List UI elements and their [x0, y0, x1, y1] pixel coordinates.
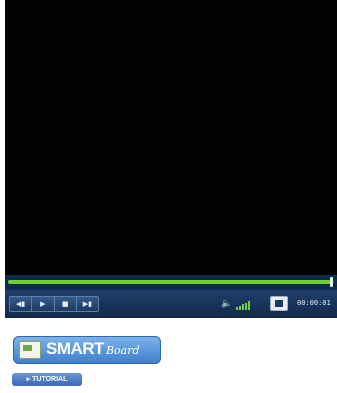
forward-button[interactable]: ▶▮ — [77, 297, 98, 311]
volume-bar — [242, 304, 245, 310]
control-bar: ◀▮ ▶ ■ ▶▮ 🔈 00:00:01 — [5, 290, 337, 318]
smart-word: SMART — [46, 339, 104, 358]
board-word: Board — [105, 344, 140, 357]
tutorial-button[interactable]: ▸ TUTORIAL — [12, 373, 82, 386]
play-button[interactable]: ▶ — [32, 297, 55, 311]
progress-fill — [8, 280, 332, 284]
video-player: ◀▮ ▶ ■ ▶▮ 🔈 00:00:01 — [5, 0, 337, 318]
volume-bar — [236, 307, 239, 310]
stop-button[interactable]: ■ — [55, 297, 77, 311]
volume-bar — [245, 302, 248, 310]
rewind-button[interactable]: ◀▮ — [10, 297, 33, 311]
forward-icon: ▶▮ — [82, 299, 92, 308]
volume-control[interactable]: 🔈 — [221, 298, 251, 310]
volume-level[interactable] — [236, 300, 251, 310]
rewind-icon: ◀▮ — [16, 299, 26, 308]
play-icon: ▶ — [40, 299, 46, 308]
smart-board-icon — [19, 341, 41, 359]
progress-track — [5, 275, 337, 290]
speaker-icon[interactable]: 🔈 — [221, 298, 232, 310]
fullscreen-button[interactable] — [270, 296, 288, 311]
stop-icon: ■ — [61, 299, 69, 308]
seek-handle[interactable] — [329, 277, 333, 287]
volume-bar — [248, 301, 251, 310]
volume-bar — [239, 305, 242, 310]
smart-board-logo[interactable]: SMART Board — [13, 336, 161, 364]
video-screen[interactable] — [5, 0, 337, 275]
time-display: 00:00:01 — [297, 299, 331, 307]
smart-board-wordmark: SMART Board — [46, 339, 140, 359]
playback-buttons: ◀▮ ▶ ■ ▶▮ — [9, 296, 99, 312]
seek-bar[interactable] — [8, 277, 335, 287]
